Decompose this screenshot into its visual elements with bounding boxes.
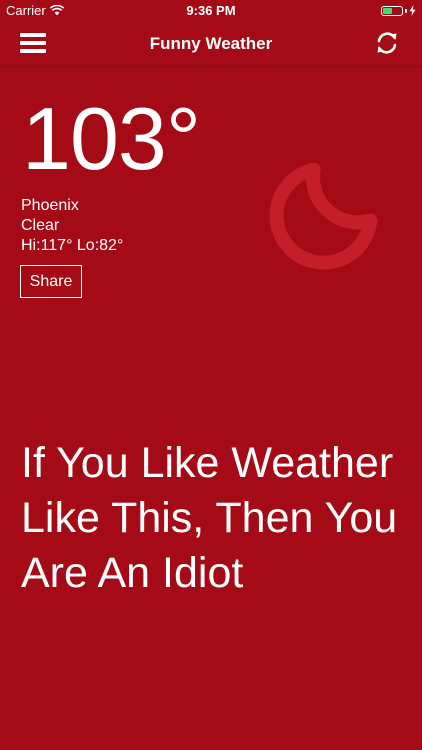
refresh-button[interactable]: [372, 28, 402, 58]
share-button[interactable]: Share: [20, 265, 82, 298]
city-name: Phoenix: [21, 197, 79, 214]
weather-details: Phoenix Clear Hi:117° Lo:82°: [21, 196, 123, 256]
status-bar: Carrier 9:36 PM: [0, 0, 422, 22]
clock: 9:36 PM: [186, 3, 236, 18]
current-temperature: 103°: [22, 89, 201, 188]
refresh-icon: [377, 32, 397, 54]
funny-tagline: If You Like Weather Like This, Then You …: [21, 439, 398, 597]
battery-level: [383, 7, 392, 14]
navigation-bar: Funny Weather: [0, 22, 422, 67]
charging-bolt-icon: [409, 5, 416, 16]
weather-condition: Clear: [21, 217, 60, 234]
battery-tip: [405, 8, 407, 13]
battery-indicator: [381, 5, 416, 16]
moon-icon: [269, 162, 378, 270]
hi-lo-temperature: Hi:117° Lo:82°: [21, 237, 124, 254]
battery-icon: [381, 5, 403, 16]
app-title: Funny Weather: [149, 34, 273, 53]
